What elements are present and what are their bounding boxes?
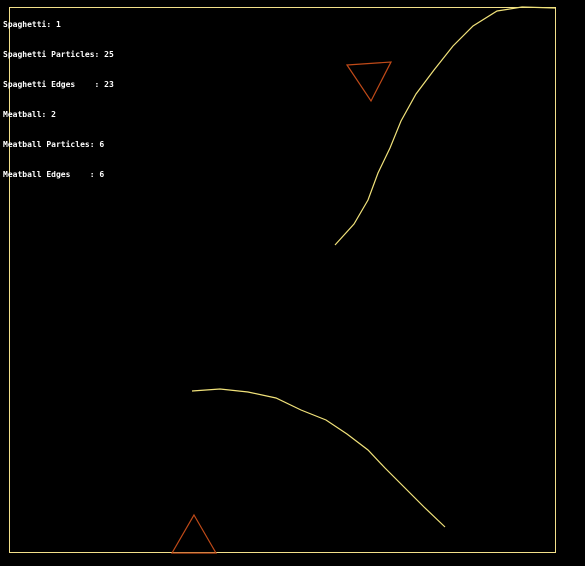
stat-spaghetti-edges: Spaghetti Edges : 23 [3,80,114,89]
meatball-lower [170,513,218,554]
stat-spaghetti-particles: Spaghetti Particles: 25 [3,50,114,59]
spaghetti-strand-upper [334,6,556,246]
stat-meatball-particles: Meatball Particles: 6 [3,140,105,149]
spaghetti-strand-lower [191,388,446,528]
stats-overlay: Spaghetti: 1 Spaghetti Particles: 25 Spa… [3,0,114,200]
stat-meatball-count: Meatball: 2 [3,110,56,119]
meatball-upper [345,61,393,103]
stat-meatball-edges: Meatball Edges : 6 [3,170,105,179]
stat-spaghetti-count: Spaghetti: 1 [3,20,61,29]
simulation-stage: Spaghetti: 1 Spaghetti Particles: 25 Spa… [0,0,585,566]
